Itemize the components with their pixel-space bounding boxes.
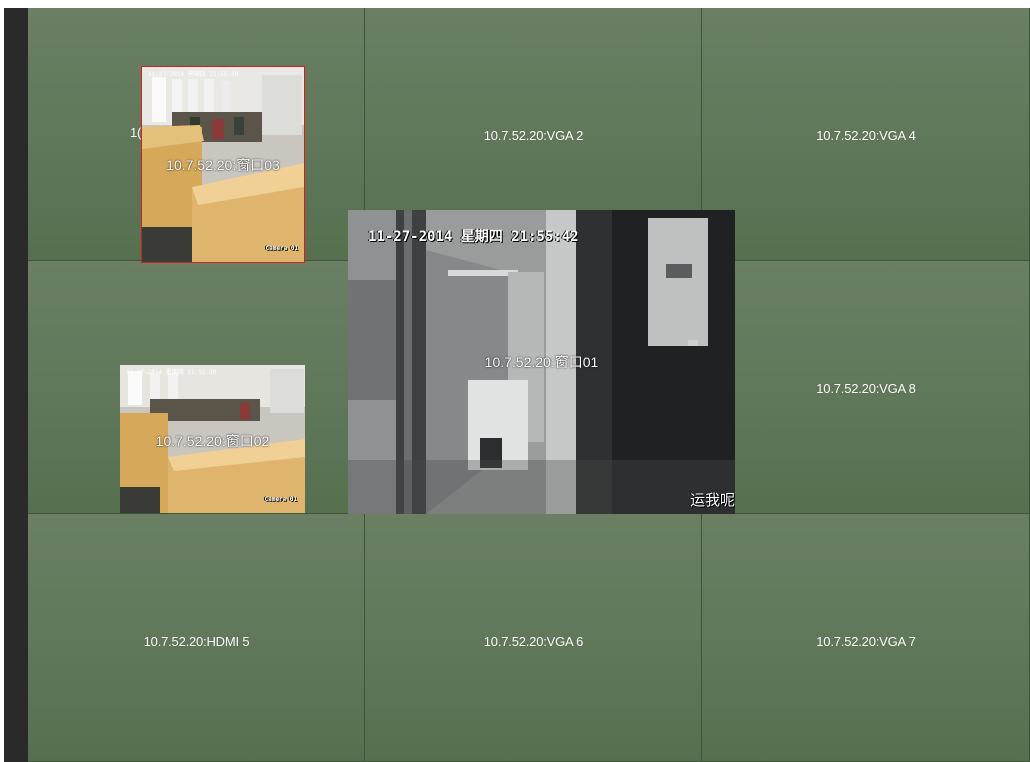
window-label: 10.7.52.20:窗口01 <box>484 354 599 370</box>
output-cell-vga8[interactable]: 10.7.52.20:VGA 8 <box>702 261 1030 514</box>
output-cell-vga4[interactable]: 10.7.52.20:VGA 4 <box>702 8 1030 261</box>
camera-window-01[interactable]: 11-27-2014 星期四 21:55:42 运我呢 10.7.52.20:窗… <box>348 210 735 514</box>
output-label: 10.7.52.20:VGA 4 <box>816 128 916 143</box>
output-label: 10.7.52.20:VGA 6 <box>483 634 584 649</box>
svg-text:11-27-2014 星期四 21:55:30: 11-27-2014 星期四 21:55:30 <box>148 70 239 78</box>
output-label: 10.7.52.20:VGA 7 <box>816 634 916 649</box>
window-label: 10.7.52.20:窗口03 <box>166 157 280 173</box>
output-label: 10.7.52.20:VGA 2 <box>483 128 584 143</box>
window-label: 10.7.52.20:窗口02 <box>155 433 270 449</box>
output-cell-vga7[interactable]: 10.7.52.20:VGA 7 <box>702 514 1030 762</box>
output-label: 10.7.52.20:VGA 8 <box>816 381 916 396</box>
output-label: 10.7.52.20:HDMI 5 <box>143 634 250 649</box>
output-cell-vga6[interactable]: 10.7.52.20:VGA 6 <box>365 514 702 762</box>
camera-name-overlay: Camera 01 <box>264 496 297 503</box>
camera-window-02[interactable]: 11-27-2014 星期四 21:55:30 Camera 01 10.7.5… <box>120 365 305 513</box>
camera-window-03[interactable]: 11-27-2014 星期四 21:55:30 Camera 01 10.7.5… <box>141 66 305 263</box>
left-panel-edge <box>4 8 28 762</box>
camera-name-overlay: Camera 01 <box>265 245 298 252</box>
camera-text-overlay: 运我呢 <box>689 491 735 509</box>
output-cell-hdmi5[interactable]: 10.7.52.20:HDMI 5 <box>28 514 365 762</box>
timestamp-overlay: 11-27-2014 星期四 21:55:42 <box>368 229 579 245</box>
svg-text:11-27-2014 星期四 21:55:30: 11-27-2014 星期四 21:55:30 <box>126 368 217 376</box>
